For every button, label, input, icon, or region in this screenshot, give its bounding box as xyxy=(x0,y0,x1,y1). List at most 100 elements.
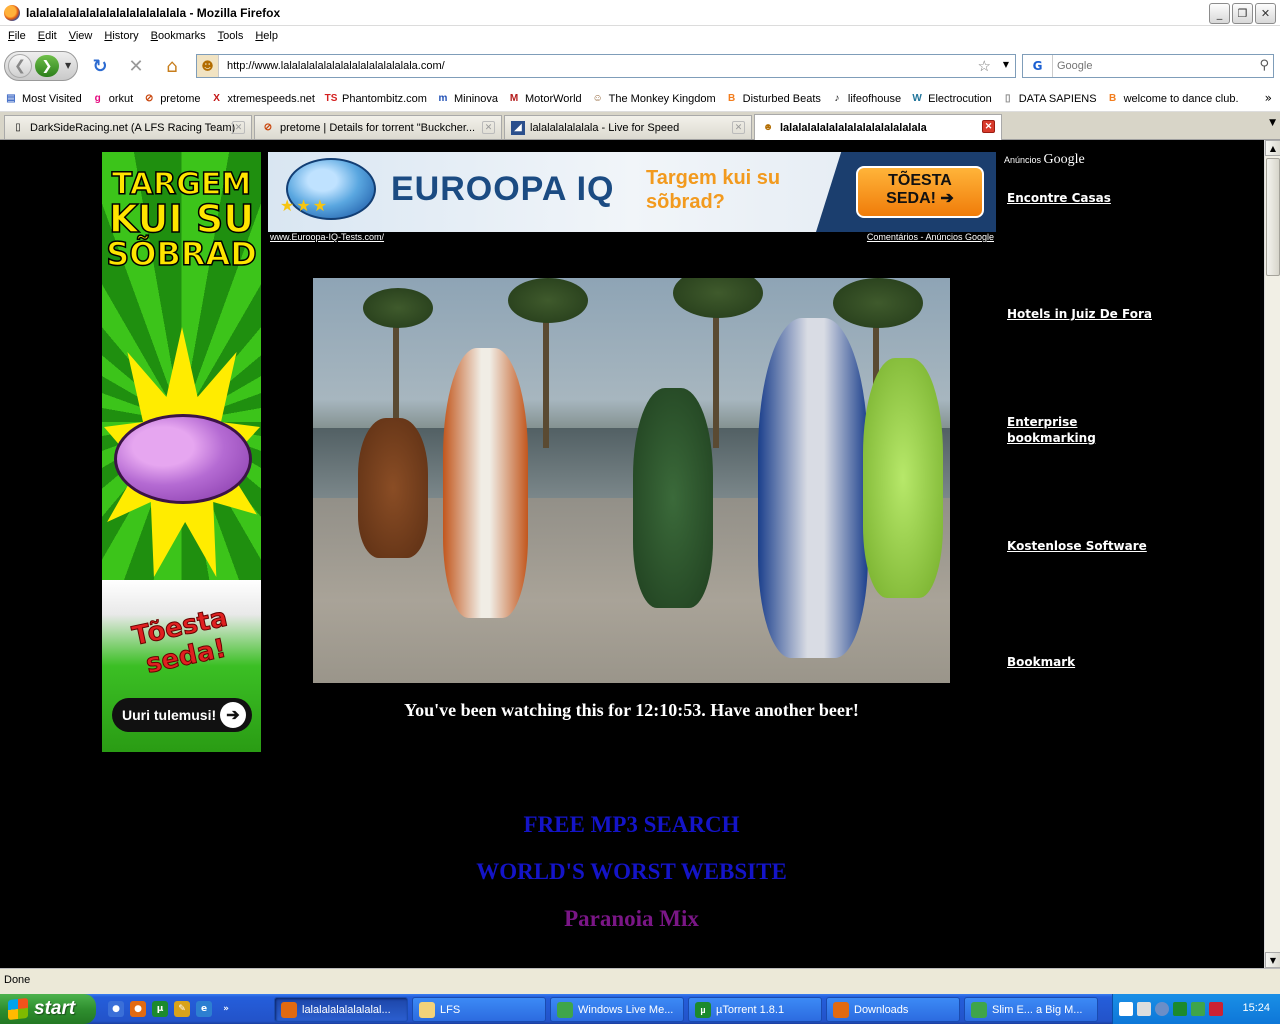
ad-url[interactable]: www.freeware-archiv.de xyxy=(1007,602,1165,614)
banner-url-link[interactable]: www.Euroopa-IQ-Tests.com/ xyxy=(270,232,384,242)
tab-close-icon[interactable]: ✕ xyxy=(482,121,495,134)
ad-url[interactable]: www.lincovery.com/en/ xyxy=(1007,494,1165,506)
bookmark-electrocution[interactable]: W Electrocution xyxy=(910,92,991,106)
tab-close-icon[interactable]: ✕ xyxy=(732,121,745,134)
utorrent-tray-icon[interactable] xyxy=(1173,1002,1187,1016)
site-identity-icon[interactable]: ☻ xyxy=(197,55,219,77)
url-bar[interactable]: ☻ http://www.lalalalalalalalalalalalalal… xyxy=(196,54,1016,78)
close-button[interactable]: ✕ xyxy=(1255,3,1276,24)
reload-button[interactable]: ↻ xyxy=(86,52,114,80)
start-button[interactable]: start xyxy=(0,994,96,1024)
network-icon[interactable] xyxy=(1137,1002,1151,1016)
utorrent-icon[interactable]: µ xyxy=(152,1001,168,1017)
menu-view[interactable]: View xyxy=(63,30,99,42)
bookmark-pretome[interactable]: ⊘ pretome xyxy=(142,92,201,106)
taskbar-item-firefox[interactable]: lalalalalalalalalal... xyxy=(274,997,408,1022)
tab-lfs[interactable]: ◢ lalalalalalalala - Live for Speed ✕ xyxy=(504,115,752,139)
google-ads-feedback-link[interactable]: Comentários - Anúncios Google xyxy=(867,232,994,242)
vertical-scrollbar[interactable]: ▲ ▼ xyxy=(1264,140,1280,968)
pencil-icon[interactable]: ✎ xyxy=(174,1001,190,1017)
uuri-tulemusi-button[interactable]: Uuri tulemusi! ➔ xyxy=(112,698,252,732)
bookmark-lifeofhouse[interactable]: ♪ lifeofhouse xyxy=(830,92,901,106)
menu-bookmarks[interactable]: Bookmarks xyxy=(145,30,212,42)
chrome-icon[interactable]: ● xyxy=(108,1001,124,1017)
google-engine-icon[interactable]: G xyxy=(1023,55,1053,77)
menu-history[interactable]: History xyxy=(98,30,144,42)
search-input[interactable] xyxy=(1057,60,1247,72)
forward-button[interactable]: ❯ xyxy=(35,55,59,77)
tray-collapse-icon[interactable] xyxy=(1155,1002,1169,1016)
ad-url[interactable]: superdownloads.uol.com.br xyxy=(1007,254,1165,266)
ad-title[interactable]: Kostenlose Software xyxy=(1007,538,1165,554)
firefox-icon[interactable]: ● xyxy=(130,1001,146,1017)
tab-close-icon[interactable]: ✕ xyxy=(232,121,245,134)
tab-label: lalalalalalalalalalalalalalalala xyxy=(780,121,927,134)
home-button[interactable]: ⌂ xyxy=(158,52,186,80)
euroopa-iq-banner-ad[interactable]: ★★★ EUROOPA IQ Targem kui su sõbrad? TÕE… xyxy=(268,152,996,232)
google-ad-1[interactable]: Encontre Casas Em todo Brasil. Compre a … xyxy=(1007,190,1165,266)
google-ad-4[interactable]: Kostenlose Software Täglich neue Softwar… xyxy=(1007,538,1165,614)
cta-line-1: TÕESTA xyxy=(888,172,952,189)
google-ad-2[interactable]: Hotels in Juiz De Fora Compare Over 700 … xyxy=(1007,306,1165,382)
skyscraper-ad[interactable]: TARGEM KUI SU SÕBRAD Tõesta seda! Uuri t… xyxy=(102,152,261,752)
bookmark-most-visited[interactable]: ▤ Most Visited xyxy=(4,92,81,106)
bookmark-mininova[interactable]: m Mininova xyxy=(436,92,498,106)
tab-close-icon[interactable]: ✕ xyxy=(982,120,995,133)
free-mp3-search-link[interactable]: FREE MP3 SEARCH xyxy=(313,812,950,838)
bookmarks-overflow-icon[interactable]: » xyxy=(1265,91,1272,105)
menu-tools[interactable]: Tools xyxy=(212,30,250,42)
menu-edit[interactable]: Edit xyxy=(32,30,63,42)
history-dropdown-icon[interactable]: ▼ xyxy=(65,61,71,70)
tab-list-dropdown-icon[interactable]: ▼ xyxy=(1269,118,1276,128)
taskbar-item-utorrent[interactable]: µ µTorrent 1.8.1 xyxy=(688,997,822,1022)
ad-title[interactable]: Hotels in Juiz De Fora xyxy=(1007,306,1165,322)
bookmark-star-icon[interactable]: ☆ xyxy=(978,57,991,75)
help-icon[interactable] xyxy=(1119,1002,1133,1016)
tab-pretome[interactable]: ⊘ pretome | Details for torrent "Buckche… xyxy=(254,115,502,139)
menu-help[interactable]: Help xyxy=(249,30,284,42)
menu-file[interactable]: File xyxy=(2,30,32,42)
url-dropdown-icon[interactable]: ▼ xyxy=(1003,60,1009,69)
messenger-tray-icon[interactable] xyxy=(1191,1002,1205,1016)
bookmark-phantombitz-com[interactable]: TS Phantombitz.com xyxy=(324,92,427,106)
stop-button[interactable]: ✕ xyxy=(122,52,150,80)
ad-title[interactable]: Enterprise bookmarking xyxy=(1007,414,1165,446)
firefox-icon xyxy=(833,1001,849,1018)
bookmark-data-sapiens[interactable]: ▯ DATA SAPIENS xyxy=(1001,92,1097,106)
minimize-button[interactable]: _ xyxy=(1209,3,1230,24)
tab-lalala-active[interactable]: ☻ lalalalalalalalalalalalalalalala ✕ xyxy=(754,114,1002,140)
bookmark-xtremespeeds-net[interactable]: Xxtremespeeds.net xyxy=(210,92,315,106)
paranoia-mix-link[interactable]: Paranoia Mix xyxy=(313,906,950,932)
bookmark-orkut[interactable]: g orkut xyxy=(91,92,134,106)
back-button[interactable]: ❮ xyxy=(8,54,32,78)
taskbar-item-lfs[interactable]: LFS xyxy=(412,997,546,1022)
url-text[interactable]: http://www.lalalalalalalalalalalalalalal… xyxy=(227,60,445,72)
arrow-right-icon: ➔ xyxy=(220,702,246,728)
ad-title[interactable]: Bookmark xyxy=(1007,654,1165,670)
ie-icon[interactable]: e xyxy=(196,1001,212,1017)
search-bar[interactable]: G ⚲ xyxy=(1022,54,1274,78)
quick-launch-more-icon[interactable]: » xyxy=(218,1001,234,1017)
ad-url[interactable]: www.hotelium.com xyxy=(1007,370,1165,382)
scroll-down-icon[interactable]: ▼ xyxy=(1265,952,1280,968)
ad-title[interactable]: Encontre Casas xyxy=(1007,190,1165,206)
scrollbar-thumb[interactable] xyxy=(1266,158,1280,276)
google-ads-header[interactable]: Anúncios Google xyxy=(1004,152,1164,168)
bookmark-motorworld[interactable]: M MotorWorld xyxy=(507,92,582,106)
ad-url[interactable]: www.KnowledgeStorm.com xyxy=(1007,718,1165,730)
taskbar-item-messenger[interactable]: Windows Live Me... xyxy=(550,997,684,1022)
tab-darksideracing[interactable]: ▯ DarkSideRacing.net (A LFS Racing Team)… xyxy=(4,115,252,139)
security-tray-icon[interactable] xyxy=(1209,1002,1223,1016)
scroll-up-icon[interactable]: ▲ xyxy=(1265,140,1280,156)
taskbar-item-messenger-chat[interactable]: Slim E... a Big M... xyxy=(964,997,1098,1022)
worlds-worst-website-link[interactable]: WORLD'S WORST WEBSITE xyxy=(313,859,950,885)
bookmark-the-monkey-kingdom[interactable]: ☺ The Monkey Kingdom xyxy=(591,92,716,106)
bookmark-disturbed-beats[interactable]: B Disturbed Beats xyxy=(725,92,821,106)
maximize-button[interactable]: ❐ xyxy=(1232,3,1253,24)
google-ad-5[interactable]: Bookmark Find Solutions for your Busines… xyxy=(1007,654,1165,730)
taskbar-item-downloads[interactable]: Downloads xyxy=(826,997,960,1022)
search-icon[interactable]: ⚲ xyxy=(1259,58,1269,73)
bookmark-welcome-to-dance-club[interactable]: Bwelcome to dance club. xyxy=(1106,92,1239,106)
banner-cta-button[interactable]: TÕESTA SEDA! ➔ xyxy=(856,166,984,218)
google-ad-3[interactable]: Enterprise bookmarking Share important i… xyxy=(1007,414,1165,506)
